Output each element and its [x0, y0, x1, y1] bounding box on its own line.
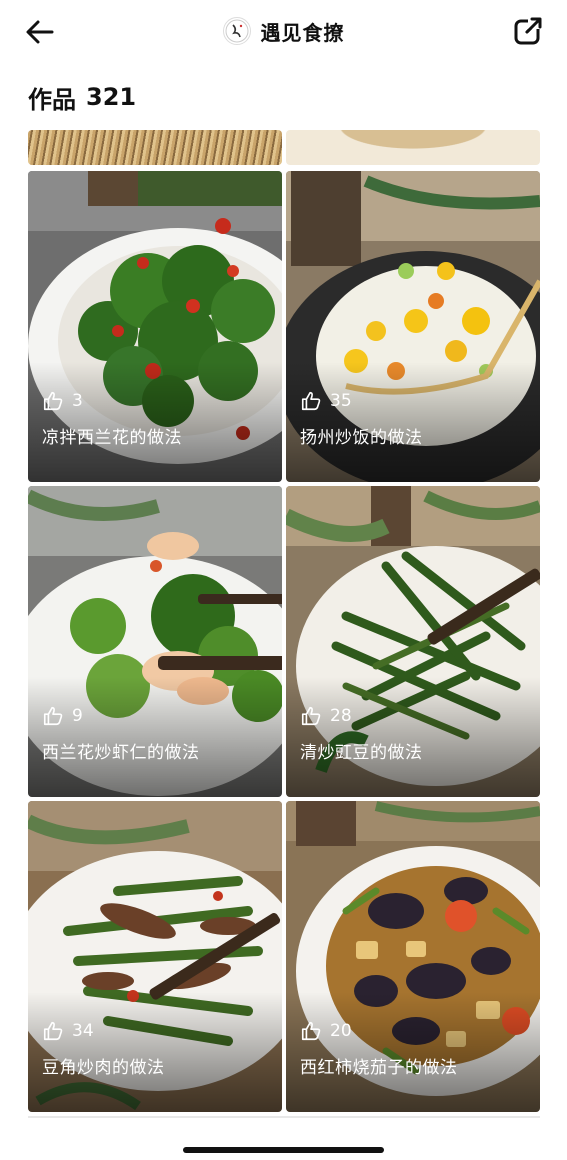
like-count-value: 35 — [330, 391, 352, 411]
recipe-card[interactable]: 34 豆角炒肉的做法 — [28, 801, 282, 1112]
top-bar: 遇见食撩 — [0, 0, 567, 62]
caption-shade — [286, 992, 540, 1112]
caption-shade — [28, 992, 282, 1112]
thumbs-up-icon — [301, 1021, 321, 1041]
avatar[interactable] — [222, 17, 251, 45]
thumbs-up-icon — [43, 391, 63, 411]
works-count-row: 作品 321 — [28, 80, 136, 114]
like-count[interactable]: 20 — [300, 1020, 352, 1042]
share-button[interactable] — [511, 14, 545, 48]
like-count[interactable]: 28 — [300, 705, 352, 727]
page-header: 遇见食撩 — [0, 14, 567, 48]
caption-shade — [286, 677, 540, 797]
recipe-card[interactable]: 9 西兰花炒虾仁的做法 — [28, 486, 282, 797]
home-indicator[interactable] — [183, 1147, 384, 1153]
page-title: 遇见食撩 — [260, 20, 345, 45]
caption-shade — [28, 677, 282, 797]
thumbs-up-icon — [301, 391, 321, 411]
like-count[interactable]: 3 — [42, 390, 83, 412]
like-count-value: 28 — [330, 706, 352, 726]
recipe-grid[interactable]: 3 凉拌西兰花的做法 35 扬州炒饭的做法 9 西兰花炒虾仁的做法 28 清炒豇… — [0, 130, 567, 1130]
recipe-title: 扬州炒饭的做法 — [300, 428, 423, 448]
recipe-title: 豆角炒肉的做法 — [42, 1058, 165, 1078]
like-count-value: 9 — [72, 706, 83, 726]
works-label: 作品 — [28, 85, 76, 114]
recipe-title: 西红柿烧茄子的做法 — [300, 1058, 458, 1078]
like-count-value: 34 — [72, 1021, 94, 1041]
caption-shade — [286, 362, 540, 482]
like-count-value: 3 — [72, 391, 83, 411]
recipe-card[interactable]: 20 西红柿烧茄子的做法 — [286, 801, 540, 1112]
thumbs-up-icon — [301, 706, 321, 726]
thumbs-up-icon — [43, 706, 63, 726]
like-count[interactable]: 35 — [300, 390, 352, 412]
recipe-title: 清炒豇豆的做法 — [300, 743, 423, 763]
caption-shade — [28, 362, 282, 482]
share-icon — [514, 16, 544, 45]
divider — [28, 1116, 540, 1118]
recipe-title: 西兰花炒虾仁的做法 — [42, 743, 200, 763]
recipe-card[interactable]: 28 清炒豇豆的做法 — [286, 486, 540, 797]
works-count: 321 — [86, 83, 137, 111]
recipe-card[interactable]: 3 凉拌西兰花的做法 — [28, 171, 282, 482]
partial-card-photo[interactable] — [28, 130, 282, 165]
partial-card-photo[interactable] — [286, 130, 540, 165]
like-count[interactable]: 34 — [42, 1020, 94, 1042]
thumbs-up-icon — [43, 1021, 63, 1041]
recipe-card[interactable]: 35 扬州炒饭的做法 — [286, 171, 540, 482]
brand-logo-icon — [225, 19, 248, 43]
like-count-value: 20 — [330, 1021, 352, 1041]
like-count[interactable]: 9 — [42, 705, 83, 727]
recipe-title: 凉拌西兰花的做法 — [42, 428, 182, 448]
